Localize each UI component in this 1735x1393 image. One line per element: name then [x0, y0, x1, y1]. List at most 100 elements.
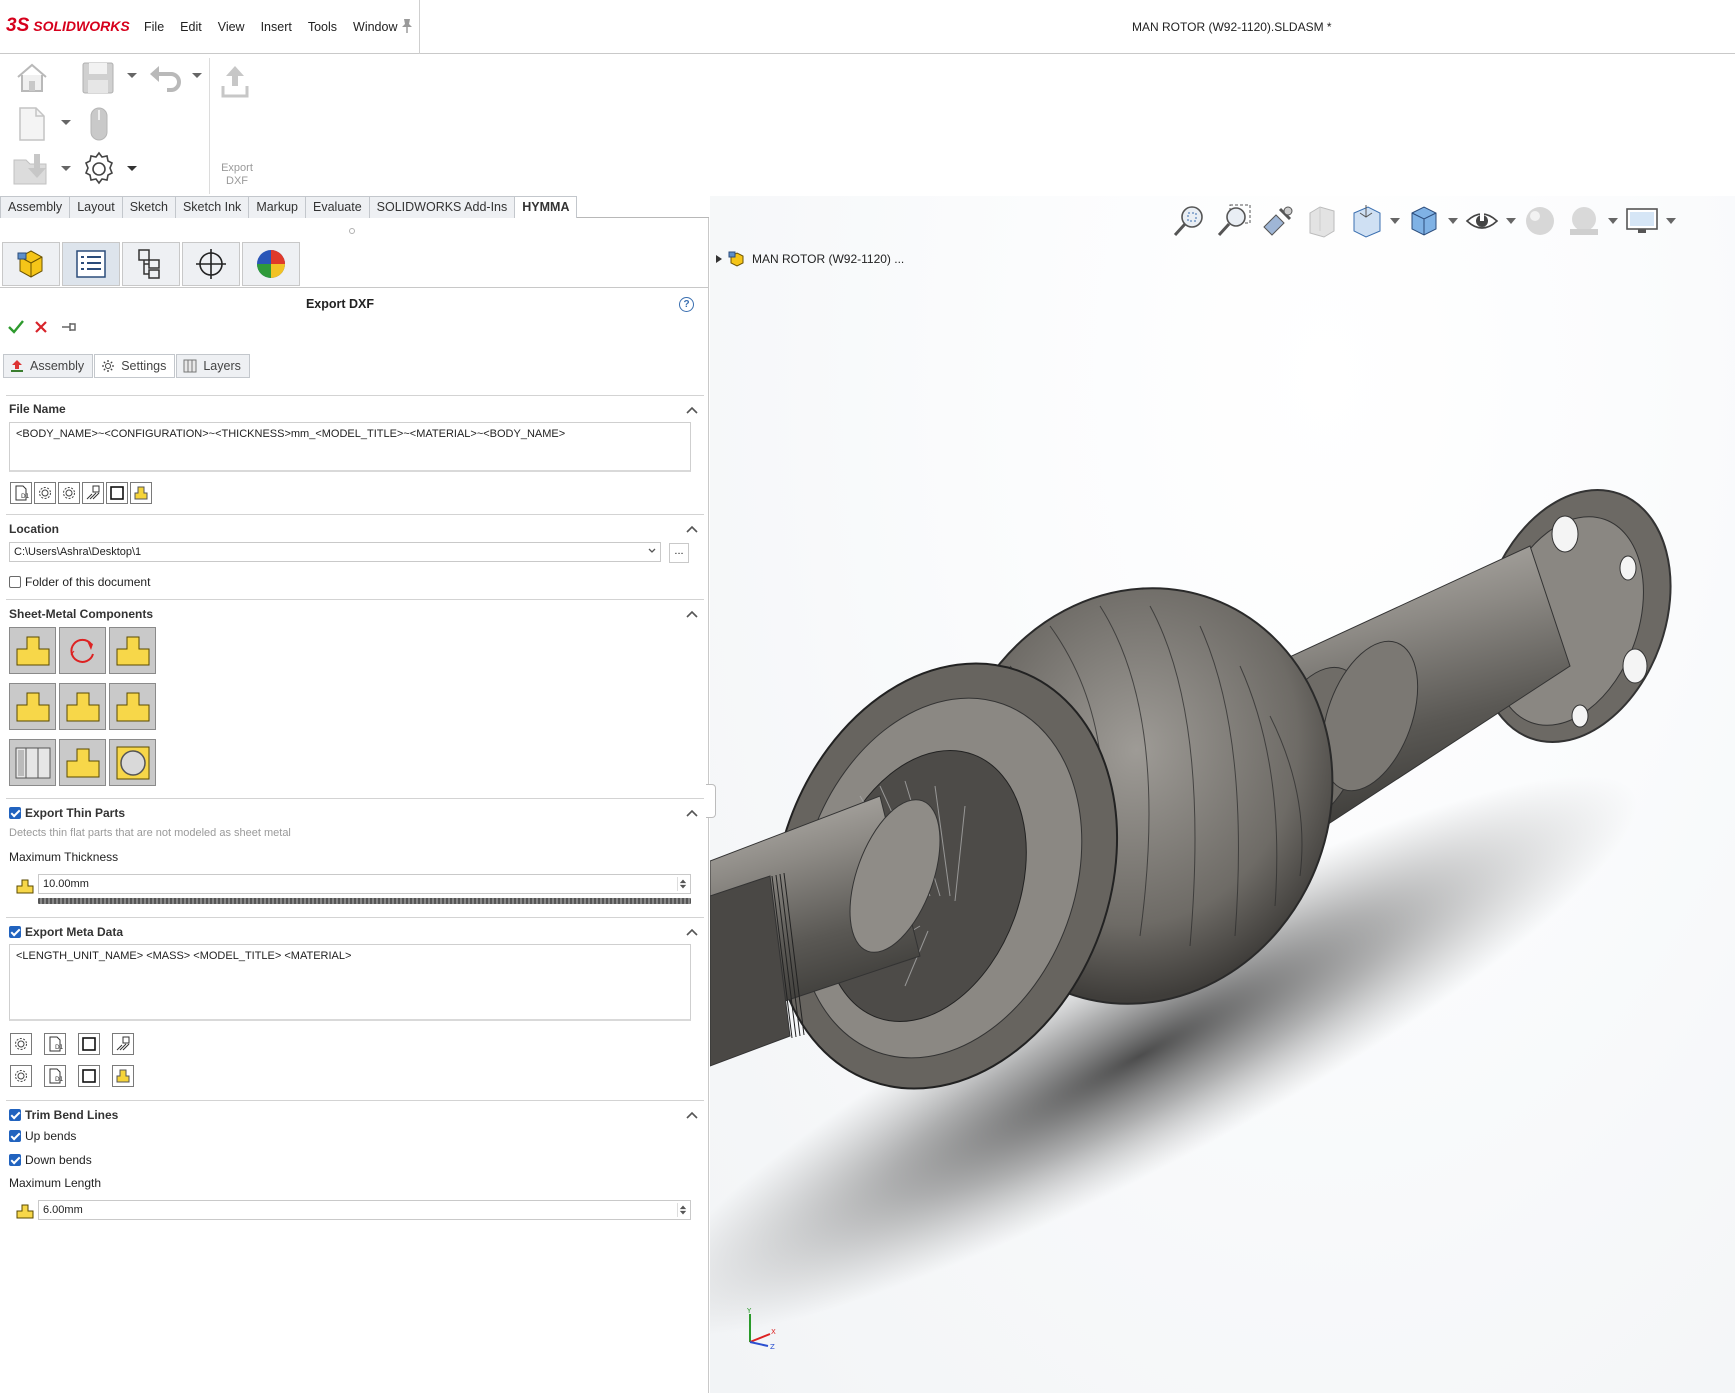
- token-document-icon[interactable]: D1: [44, 1065, 66, 1087]
- tab-featuremanager[interactable]: [2, 242, 60, 286]
- home-icon[interactable]: [14, 60, 50, 96]
- collapse-chevron-icon[interactable]: [686, 525, 698, 533]
- ok-checkmark-icon[interactable]: [8, 320, 24, 334]
- spin-arrows-icon[interactable]: [677, 1203, 688, 1217]
- tab-sketch[interactable]: Sketch: [121, 196, 175, 218]
- token-material-icon[interactable]: [112, 1033, 134, 1055]
- trim-bend-lines-heading[interactable]: Trim Bend Lines: [9, 1108, 118, 1122]
- token-document-icon[interactable]: D1: [44, 1033, 66, 1055]
- graphics-area[interactable]: MAN ROTOR (W92-1120) ... Y X Z: [710, 196, 1735, 1393]
- menu-insert[interactable]: Insert: [253, 18, 300, 36]
- trim-bend-lines-checkbox[interactable]: [9, 1109, 21, 1121]
- maximum-thickness-input[interactable]: 10.00mm: [38, 874, 691, 894]
- meta-data-textarea[interactable]: <LENGTH_UNIT_NAME> <MASS> <MODEL_TITLE> …: [9, 944, 691, 1021]
- tab-evaluate[interactable]: Evaluate: [305, 196, 369, 218]
- token-gear-icon[interactable]: [10, 1065, 32, 1087]
- rotor-model-render[interactable]: [710, 196, 1735, 1393]
- export-meta-data-heading[interactable]: Export Meta Data: [9, 925, 123, 939]
- location-combobox[interactable]: C:\Users\Ashra\Desktop\1: [9, 542, 661, 562]
- cancel-x-icon[interactable]: [34, 320, 48, 334]
- up-bends-checkbox[interactable]: [9, 1130, 21, 1142]
- zoom-to-fit-button[interactable]: [1170, 202, 1210, 240]
- up-bends-row[interactable]: Up bends: [9, 1129, 76, 1143]
- tab-markup[interactable]: Markup: [248, 196, 305, 218]
- solidworks-logo[interactable]: 3S SOLIDWORKS: [6, 14, 130, 38]
- menu-window[interactable]: Window: [345, 18, 405, 36]
- down-bends-row[interactable]: Down bends: [9, 1153, 92, 1167]
- token-gear-icon[interactable]: [34, 482, 56, 504]
- apply-scene-button[interactable]: [1564, 202, 1604, 240]
- sheet-metal-option-button[interactable]: [59, 683, 106, 730]
- sheet-metal-option-button[interactable]: [9, 683, 56, 730]
- token-gear-icon[interactable]: [10, 1033, 32, 1055]
- folder-of-document-row[interactable]: Folder of this document: [9, 575, 150, 589]
- panel-collapse-handle[interactable]: [706, 784, 716, 818]
- previous-view-button[interactable]: [1258, 202, 1298, 240]
- flat-pattern-button[interactable]: [9, 627, 56, 674]
- token-material-icon[interactable]: [82, 482, 104, 504]
- sheet-metal-option-button[interactable]: [59, 739, 106, 786]
- view-settings-button[interactable]: [1622, 202, 1662, 240]
- collapse-chevron-icon[interactable]: [686, 1111, 698, 1119]
- tab-dimxpert[interactable]: [182, 242, 240, 286]
- apply-scene-dropdown[interactable]: [1608, 202, 1618, 240]
- down-bends-checkbox[interactable]: [9, 1154, 21, 1166]
- tab-pm-layers[interactable]: Layers: [176, 354, 250, 378]
- tab-configurationmanager[interactable]: [122, 242, 180, 286]
- folder-of-document-checkbox[interactable]: [9, 576, 21, 588]
- token-document-icon[interactable]: D1: [10, 482, 32, 504]
- export-thin-parts-checkbox[interactable]: [9, 807, 21, 819]
- new-document-icon[interactable]: [16, 106, 48, 142]
- tab-sketch-ink[interactable]: Sketch Ink: [174, 196, 249, 218]
- tab-pm-settings[interactable]: Settings: [94, 354, 176, 378]
- export-thin-parts-heading[interactable]: Export Thin Parts: [9, 806, 125, 820]
- maximum-thickness-slider[interactable]: [38, 898, 691, 904]
- tab-solidworks-add-ins[interactable]: SOLIDWORKS Add-Ins: [368, 196, 515, 218]
- export-dxf-label[interactable]: Export DXF: [212, 162, 262, 188]
- keep-visible-pin-icon[interactable]: [61, 321, 77, 333]
- section-view-button[interactable]: [1302, 202, 1342, 240]
- collapse-chevron-icon[interactable]: [686, 610, 698, 618]
- rebuild-button[interactable]: [59, 627, 106, 674]
- view-orientation-button[interactable]: [1346, 202, 1386, 240]
- tab-displaymanager[interactable]: [242, 242, 300, 286]
- panel-grip[interactable]: [349, 228, 355, 234]
- mouse-icon[interactable]: [89, 106, 109, 142]
- layers-option-button[interactable]: [9, 739, 56, 786]
- export-dxf-icon[interactable]: [220, 64, 250, 100]
- export-meta-data-checkbox[interactable]: [9, 926, 21, 938]
- save-icon[interactable]: [80, 60, 116, 96]
- undo-dropdown-icon[interactable]: [191, 72, 203, 80]
- collapse-chevron-icon[interactable]: [686, 809, 698, 817]
- new-dropdown-icon[interactable]: [60, 119, 72, 127]
- tab-layout[interactable]: Layout: [69, 196, 122, 218]
- tab-hymma[interactable]: HYMMA: [514, 196, 578, 218]
- edit-appearance-button[interactable]: [1520, 202, 1560, 240]
- menu-file[interactable]: File: [136, 18, 172, 36]
- display-style-dropdown[interactable]: [1448, 202, 1458, 240]
- tab-propertymanager[interactable]: [62, 242, 120, 286]
- token-thickness-icon[interactable]: [130, 482, 152, 504]
- tab-pm-assembly[interactable]: Assembly: [3, 354, 94, 378]
- token-frame-icon[interactable]: [78, 1033, 100, 1055]
- save-dropdown-icon[interactable]: [126, 72, 138, 80]
- pin-menu-icon[interactable]: [400, 18, 414, 34]
- expand-arrow-icon[interactable]: [716, 255, 722, 263]
- browse-button[interactable]: ...: [669, 543, 689, 563]
- menu-view[interactable]: View: [210, 18, 253, 36]
- bend-lines-button[interactable]: [109, 627, 156, 674]
- tab-assembly[interactable]: Assembly: [0, 196, 70, 218]
- file-name-textarea[interactable]: <BODY_NAME>~<CONFIGURATION>~<THICKNESS>m…: [9, 422, 691, 472]
- token-frame-icon[interactable]: [78, 1065, 100, 1087]
- undo-icon[interactable]: [147, 60, 183, 96]
- open-icon[interactable]: [12, 152, 52, 188]
- view-settings-dropdown[interactable]: [1666, 202, 1676, 240]
- chevron-down-icon[interactable]: [648, 547, 656, 555]
- feature-tree-root[interactable]: MAN ROTOR (W92-1120) ...: [716, 250, 904, 268]
- sheet-metal-option-button[interactable]: [109, 683, 156, 730]
- hide-show-dropdown[interactable]: [1506, 202, 1516, 240]
- options-dropdown-icon[interactable]: [126, 165, 138, 173]
- maximum-length-input[interactable]: 6.00mm: [38, 1200, 691, 1220]
- options-gear-icon[interactable]: [80, 150, 118, 188]
- token-frame-icon[interactable]: [106, 482, 128, 504]
